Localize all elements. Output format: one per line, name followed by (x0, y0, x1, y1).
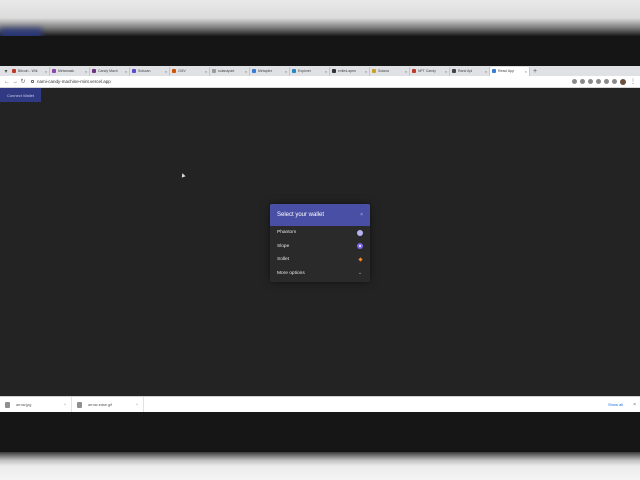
tab[interactable]: exiled-apes × (330, 66, 370, 76)
profile-avatar[interactable] (620, 78, 626, 85)
forward-icon[interactable]: → (11, 79, 19, 85)
tab-close-icon[interactable]: × (405, 69, 407, 74)
wallet-label: Slope (277, 243, 290, 249)
show-all-link[interactable]: Show all (608, 402, 623, 407)
tab-bar: ▾ Bitcoin - Wik × Metamask × Candy Mach × S… (0, 66, 640, 76)
tab[interactable]: Solana × (370, 66, 410, 76)
phantom-icon (357, 229, 363, 236)
modal-header: Select your wallet × (270, 204, 370, 226)
tab-favicon-icon (492, 69, 496, 73)
tab-close-icon[interactable]: × (445, 69, 447, 74)
tab[interactable]: Explorer × (290, 66, 330, 76)
tab[interactable]: solanapart × (210, 66, 250, 76)
browser-window: ▾ Bitcoin - Wik × Metamask × Candy Mach × S… (0, 66, 640, 412)
tab-favicon-icon (412, 69, 416, 73)
download-item[interactable]: arrow-ease.gif ^ (72, 397, 144, 412)
extension-icon[interactable] (596, 79, 601, 84)
slope-icon (357, 243, 363, 250)
extension-icon[interactable] (612, 79, 617, 84)
tab-favicon-icon (292, 69, 296, 73)
wallet-label: Phantom (277, 230, 297, 236)
connect-wallet-button[interactable]: Connect Wallet (0, 88, 41, 102)
tab[interactable]: Bitcoin - Wik × (10, 66, 50, 76)
wallet-label: Sollet (277, 257, 289, 263)
tab-close-icon[interactable]: × (285, 69, 287, 74)
tab-close-icon[interactable]: × (205, 69, 207, 74)
tab[interactable]: Metaplex × (250, 66, 290, 76)
tab-favicon-icon (132, 69, 136, 73)
tab-favicon-icon (92, 69, 96, 73)
chevron-down-icon: ⌄ (357, 270, 363, 277)
tab-close-icon[interactable]: × (85, 69, 87, 74)
tab-close-icon[interactable]: × (525, 69, 527, 74)
tab-active[interactable]: React App × (490, 66, 530, 76)
tab-favicon-icon (12, 69, 16, 73)
downloads-bar: arrow.jpg ^ arrow-ease.gif ^ Show all × (0, 396, 640, 412)
url-field[interactable]: nami-candy-machine-mint.vercel.app (31, 79, 111, 84)
tab-close-icon[interactable]: × (365, 69, 367, 74)
tab-favicon-icon (252, 69, 256, 73)
lock-icon (31, 80, 34, 83)
tab-favicon-icon (372, 69, 376, 73)
toolbar-extensions: ⋮ (572, 78, 637, 85)
screen: ▾ Bitcoin - Wik × Metamask × Candy Mach × S… (0, 0, 640, 480)
desktop-top-blur (0, 0, 640, 48)
tab-favicon-icon (452, 69, 456, 73)
close-icon[interactable]: × (633, 402, 636, 408)
tab-close-icon[interactable]: × (325, 69, 327, 74)
file-icon (5, 401, 10, 408)
tab-close-icon[interactable]: × (45, 69, 47, 74)
address-bar: ← → ↻ nami-candy-machine-mint.vercel.app… (0, 76, 640, 88)
chevron-up-icon[interactable]: ^ (136, 402, 138, 407)
tab-search-icon[interactable]: ▾ (2, 67, 10, 75)
wallet-option-more[interactable]: More options ⌄ (270, 267, 370, 281)
tab-favicon-icon (212, 69, 216, 73)
wallet-modal: Select your wallet × Phantom Slope Solle… (270, 204, 370, 282)
wallet-option-slope[interactable]: Slope (270, 240, 370, 254)
reload-icon[interactable]: ↻ (19, 78, 27, 85)
mouse-cursor-icon (180, 172, 186, 178)
tab[interactable]: Candy Mach × (90, 66, 130, 76)
tab[interactable]: Metamask × (50, 66, 90, 76)
tab[interactable]: Solscan × (130, 66, 170, 76)
wallet-label: More options (277, 270, 305, 276)
tab-favicon-icon (52, 69, 56, 73)
tab-close-icon[interactable]: × (165, 69, 167, 74)
desktop-dark-band-bottom (0, 412, 640, 452)
download-item[interactable]: arrow.jpg ^ (0, 397, 72, 412)
close-icon[interactable]: × (360, 212, 363, 218)
tab-close-icon[interactable]: × (485, 69, 487, 74)
desktop-dark-band (0, 36, 640, 66)
back-icon[interactable]: ← (3, 79, 11, 85)
wallet-option-sollet[interactable]: Sollet (270, 253, 370, 267)
tab-favicon-icon (172, 69, 176, 73)
tab-favicon-icon (332, 69, 336, 73)
extension-icon[interactable] (572, 79, 577, 84)
modal-title: Select your wallet (277, 212, 325, 218)
sollet-icon (357, 257, 363, 263)
tab[interactable]: NFT Candy × (410, 66, 450, 76)
chevron-up-icon[interactable]: ^ (64, 402, 66, 407)
new-tab-icon[interactable]: + (533, 68, 537, 75)
extension-icon[interactable] (588, 79, 593, 84)
extension-icon[interactable] (580, 79, 585, 84)
download-filename: arrow-ease.gif (88, 402, 113, 407)
desktop-bottom-blur (0, 452, 640, 480)
menu-icon[interactable]: ⋮ (629, 78, 637, 85)
extension-icon[interactable] (604, 79, 609, 84)
tab-close-icon[interactable]: × (125, 69, 127, 74)
tab-close-icon[interactable]: × (245, 69, 247, 74)
page-content: Connect Wallet Select your wallet × Phan… (0, 88, 640, 396)
wallet-option-phantom[interactable]: Phantom (270, 226, 370, 240)
download-filename: arrow.jpg (16, 402, 32, 407)
url-text: nami-candy-machine-mint.vercel.app (37, 79, 111, 84)
file-icon (77, 401, 82, 408)
tab[interactable]: CMV × (170, 66, 210, 76)
tab[interactable]: Rand Api × (450, 66, 490, 76)
